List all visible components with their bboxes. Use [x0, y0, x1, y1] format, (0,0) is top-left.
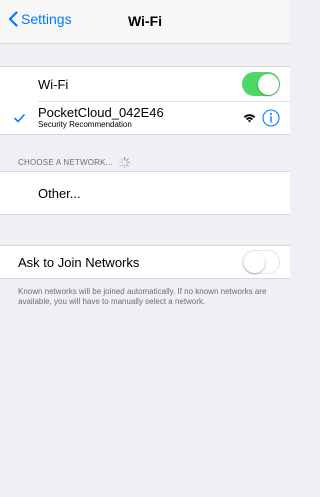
wifi-toggle[interactable]: [242, 72, 280, 96]
choose-network-header: CHOOSE A NETWORK...: [18, 156, 131, 169]
page-title: Wi-Fi: [127, 13, 163, 29]
ask-to-join-label: Ask to Join Networks: [18, 254, 140, 270]
ask-to-join-row: Ask to Join Networks: [0, 246, 290, 278]
ask-to-join-toggle[interactable]: [242, 250, 280, 274]
network-name: PocketCloud_042E46: [38, 105, 164, 120]
ask-to-join-footer: Known networks will be joined automatica…: [18, 287, 267, 306]
other-network-group: Other...: [0, 171, 290, 215]
wifi-label: Wi-Fi: [38, 76, 69, 92]
checkmark-icon: [14, 114, 25, 123]
wifi-signal-icon: [243, 114, 256, 123]
other-network-label: Other...: [38, 185, 81, 201]
choose-network-label: CHOOSE A NETWORK...: [18, 158, 113, 167]
spinner-icon: [118, 156, 131, 169]
navigation-bar: Settings Wi-Fi: [0, 0, 290, 44]
toggle-knob: [257, 73, 279, 95]
info-icon[interactable]: [262, 109, 280, 127]
ask-to-join-group: Ask to Join Networks: [0, 245, 290, 279]
network-subtitle: Security Recommendation: [38, 120, 132, 129]
wifi-group: Wi-Fi PocketCloud_042E46 Security Recomm…: [0, 66, 290, 135]
other-network-row[interactable]: Other...: [0, 172, 290, 214]
connected-network-row[interactable]: PocketCloud_042E46 Security Recommendati…: [0, 101, 290, 135]
wifi-toggle-row: Wi-Fi: [0, 67, 290, 101]
toggle-knob: [243, 251, 265, 273]
